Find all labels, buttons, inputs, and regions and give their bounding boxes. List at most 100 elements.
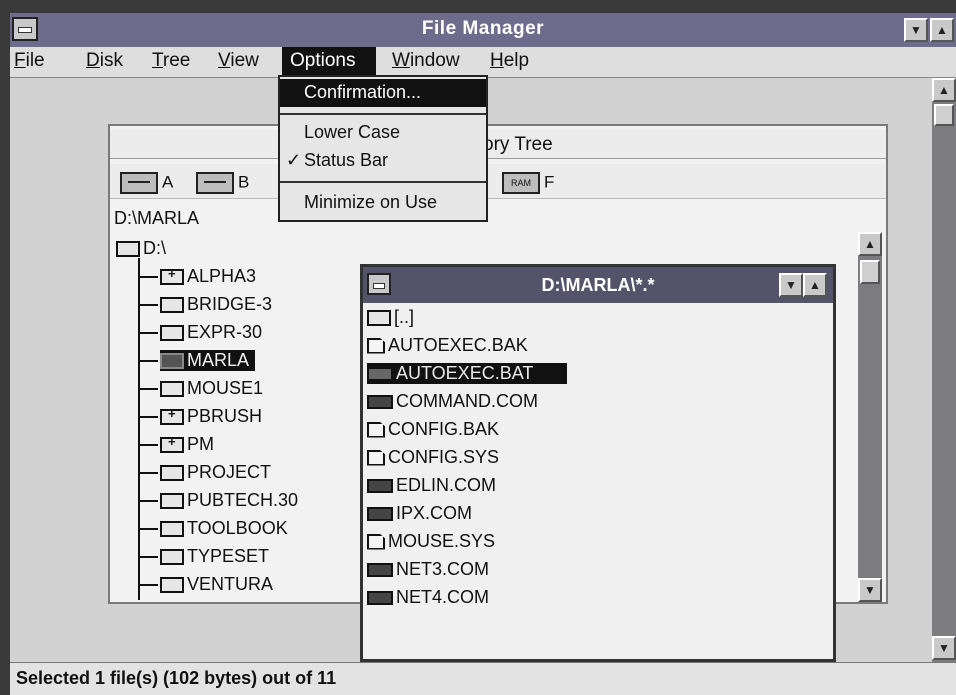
folder-label: PROJECT xyxy=(187,462,272,482)
tree-folder[interactable]: TYPESET xyxy=(140,546,269,567)
tree-branch xyxy=(140,583,158,586)
folder-label: MOUSE1 xyxy=(187,378,264,398)
menu-view-rest: iew xyxy=(230,50,259,71)
program-icon xyxy=(367,366,393,381)
menu-options[interactable]: Options xyxy=(290,50,355,72)
menu-separator xyxy=(280,113,486,115)
file-name: NET3.COM xyxy=(396,559,490,579)
list-item[interactable]: IPX.COM xyxy=(367,503,472,524)
folder-icon xyxy=(160,380,184,397)
menu-window[interactable]: Window xyxy=(392,50,460,72)
tree-branch xyxy=(140,387,158,390)
floppy-drive-icon xyxy=(196,172,234,194)
tree-window-title: ory Tree xyxy=(483,134,553,155)
list-item[interactable]: CONFIG.BAK xyxy=(367,419,499,440)
tree-folder[interactable]: VENTURA xyxy=(140,574,273,595)
tree-branch xyxy=(140,275,158,278)
menu-tree-rest: ree xyxy=(162,50,191,71)
tree-folder[interactable]: TOOLBOOK xyxy=(140,518,288,539)
document-icon xyxy=(367,533,385,550)
folder-label: TYPESET xyxy=(187,546,270,566)
maximize-button[interactable]: ▲ xyxy=(930,18,954,42)
up-folder-icon xyxy=(367,309,391,326)
dir-maximize-button[interactable]: ▲ xyxy=(803,273,827,297)
menu-view[interactable]: View xyxy=(218,50,259,72)
tree-branch xyxy=(140,331,158,334)
program-icon xyxy=(367,394,393,409)
tree-scroll-down-button[interactable]: ▼ xyxy=(858,578,882,602)
list-item[interactable]: AUTOEXEC.BAK xyxy=(367,335,528,356)
open-folder-icon xyxy=(116,240,140,257)
tree-folder[interactable]: MOUSE1 xyxy=(140,378,263,399)
tree-folder-selected[interactable]: MARLA xyxy=(140,350,256,371)
directory-window-title-bar[interactable]: D:\MARLA\*.* ▼ ▲ xyxy=(363,267,833,303)
scroll-up-button[interactable]: ▲ xyxy=(932,78,956,102)
tree-branch xyxy=(140,555,158,558)
drive-bar: A B RAM F xyxy=(110,164,886,199)
directory-window-title: D:\MARLA\*.* xyxy=(541,275,655,295)
tree-folder[interactable]: PM xyxy=(140,434,214,455)
folder-plus-icon xyxy=(160,266,184,285)
minimize-button[interactable]: ▼ xyxy=(904,18,928,42)
menu-help[interactable]: Help xyxy=(490,50,529,72)
tree-branch xyxy=(140,359,158,362)
file-name: [..] xyxy=(394,307,415,327)
dir-minimize-button[interactable]: ▼ xyxy=(779,273,803,297)
list-item[interactable]: NET4.COM xyxy=(367,587,489,608)
menu-file[interactable]: File xyxy=(14,50,45,72)
folder-icon xyxy=(160,548,184,565)
list-item[interactable]: EDLIN.COM xyxy=(367,475,496,496)
file-name: CONFIG.SYS xyxy=(388,447,500,467)
scroll-thumb[interactable] xyxy=(934,104,954,126)
list-item-selected[interactable]: AUTOEXEC.BAT xyxy=(367,363,568,384)
ram-drive-icon: RAM xyxy=(502,172,540,194)
directory-window[interactable]: D:\MARLA\*.* ▼ ▲ [..] AUTOEXEC.BAK AUTOE… xyxy=(360,264,836,662)
menu-item-label: Status Bar xyxy=(304,150,389,170)
drive-f-button[interactable]: RAM F xyxy=(502,172,554,194)
menu-disk[interactable]: Disk xyxy=(86,50,123,72)
menu-item-status-bar[interactable]: ✓ Status Bar xyxy=(280,147,486,175)
file-name: AUTOEXEC.BAK xyxy=(388,335,528,355)
tree-folder[interactable]: PROJECT xyxy=(140,462,271,483)
window-title-bar[interactable]: File Manager ▼ ▲ xyxy=(10,13,956,47)
menu-help-rest: elp xyxy=(503,50,530,71)
file-name: AUTOEXEC.BAT xyxy=(396,363,534,383)
drive-b-label: B xyxy=(238,172,250,192)
program-icon xyxy=(367,478,393,493)
tree-folder[interactable]: PUBTECH.30 xyxy=(140,490,298,511)
folder-label: PM xyxy=(187,434,214,454)
scroll-down-button[interactable]: ▼ xyxy=(932,636,956,660)
selected-folder[interactable]: MARLA xyxy=(160,350,256,371)
tree-folder[interactable]: ALPHA3 xyxy=(140,266,256,287)
list-item[interactable]: NET3.COM xyxy=(367,559,489,580)
tree-root[interactable]: D:\ xyxy=(116,238,166,259)
tree-folder[interactable]: EXPR-30 xyxy=(140,322,262,343)
menu-item-confirmation[interactable]: Confirmation... xyxy=(280,79,486,107)
checkmark-icon: ✓ xyxy=(286,150,302,170)
drive-a-button[interactable]: A xyxy=(120,172,173,194)
main-vertical-scrollbar[interactable]: ▲ ▼ xyxy=(932,78,956,662)
document-icon xyxy=(367,449,385,466)
tree-scroll-thumb[interactable] xyxy=(860,260,880,284)
list-item[interactable]: COMMAND.COM xyxy=(367,391,538,412)
list-item[interactable]: CONFIG.SYS xyxy=(367,447,499,468)
tree-vertical-scrollbar[interactable]: ▲ ▼ xyxy=(858,232,882,602)
tree-window-title-bar[interactable]: ory Tree xyxy=(110,130,886,159)
tree-folder[interactable]: BRIDGE-3 xyxy=(140,294,272,315)
list-item[interactable]: [..] xyxy=(367,307,414,328)
menu-bar: File Disk Tree View Window Help xyxy=(10,47,956,78)
menu-options-highlight[interactable]: Options xyxy=(282,47,376,77)
drive-b-button[interactable]: B xyxy=(196,172,249,194)
folder-label: PUBTECH.30 xyxy=(187,490,299,510)
floppy-drive-icon xyxy=(120,172,158,194)
menu-item-lower-case[interactable]: Lower Case xyxy=(280,119,486,147)
menu-item-minimize-on-use[interactable]: Minimize on Use xyxy=(280,189,486,217)
menu-item-label: Minimize on Use xyxy=(304,192,438,212)
list-item[interactable]: MOUSE.SYS xyxy=(367,531,495,552)
tree-folder[interactable]: PBRUSH xyxy=(140,406,262,427)
tree-branch xyxy=(140,499,158,502)
tree-scroll-up-button[interactable]: ▲ xyxy=(858,232,882,256)
menu-tree[interactable]: Tree xyxy=(152,50,190,72)
file-name: NET4.COM xyxy=(396,587,490,607)
menu-disk-rest: isk xyxy=(99,50,123,71)
